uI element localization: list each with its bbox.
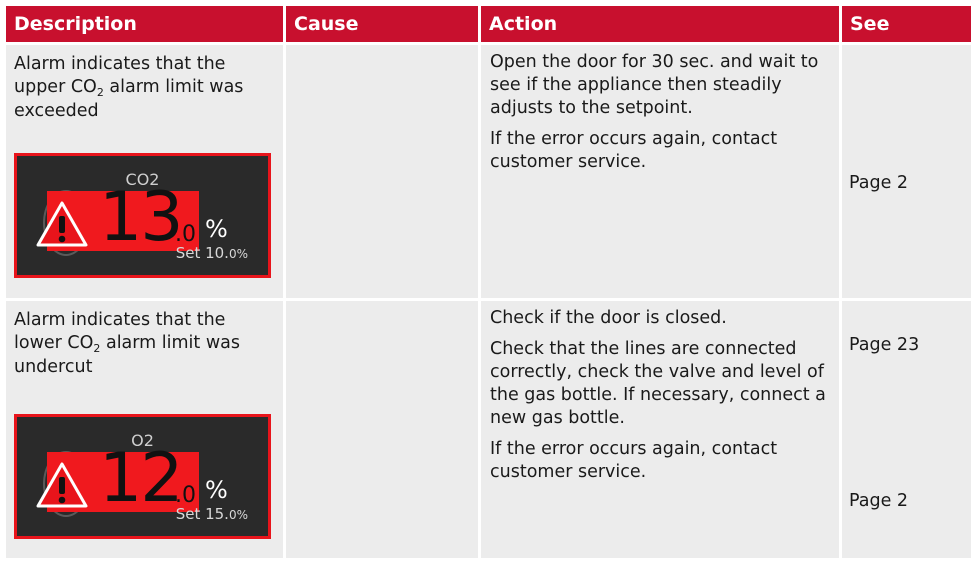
row-1-description-cell: Alarm indicates that the upper CO2 alarm… [6, 45, 283, 298]
display-unit: % [205, 476, 228, 504]
header-see: See [842, 6, 971, 42]
row-1-action-cell: Open the door for 30 sec. and wait to se… [481, 45, 839, 298]
display-setpoint: Set 15.0% [175, 505, 248, 523]
display-unit: % [205, 215, 228, 243]
row-1-see-cell: Page 2 [842, 45, 971, 298]
header-description: Description [6, 6, 283, 42]
row-2-see-cell: Page 23 Page 2 [842, 301, 971, 558]
warning-icon [36, 462, 88, 508]
header-action: Action [481, 6, 839, 42]
action-text: If the error occurs again, contact custo… [490, 439, 778, 482]
page-reference: Page 23 [849, 335, 920, 355]
page-reference: Page 2 [849, 173, 909, 193]
page-reference: Page 2 [849, 491, 909, 511]
display-value: 12 [99, 439, 184, 518]
row-1-cause-cell [286, 45, 478, 298]
action-text: Check if the door is closed. [490, 308, 727, 328]
row-1-description-text: Alarm indicates that the upper CO2 alarm… [14, 54, 244, 121]
action-text: Check that the lines are connected corre… [490, 339, 826, 428]
header-cause: Cause [286, 6, 478, 42]
display-setpoint: Set 10.0% [175, 244, 248, 262]
row-2-action-cell: Check if the door is closed. Check that … [481, 301, 839, 558]
co2-alarm-display: CO2 13 .0 % Set 10.0% [14, 153, 271, 278]
row-2-cause-cell [286, 301, 478, 558]
row-2-description-cell: Alarm indicates that the lower CO2 alarm… [6, 301, 283, 558]
display-value: 13 [99, 178, 184, 257]
action-text: If the error occurs again, contact custo… [490, 129, 778, 172]
row-2-description-text: Alarm indicates that the lower CO2 alarm… [14, 310, 240, 377]
warning-icon [36, 201, 88, 247]
action-text: Open the door for 30 sec. and wait to se… [490, 52, 819, 118]
o2-alarm-display: O2 12 .0 % Set 15.0% [14, 414, 271, 539]
